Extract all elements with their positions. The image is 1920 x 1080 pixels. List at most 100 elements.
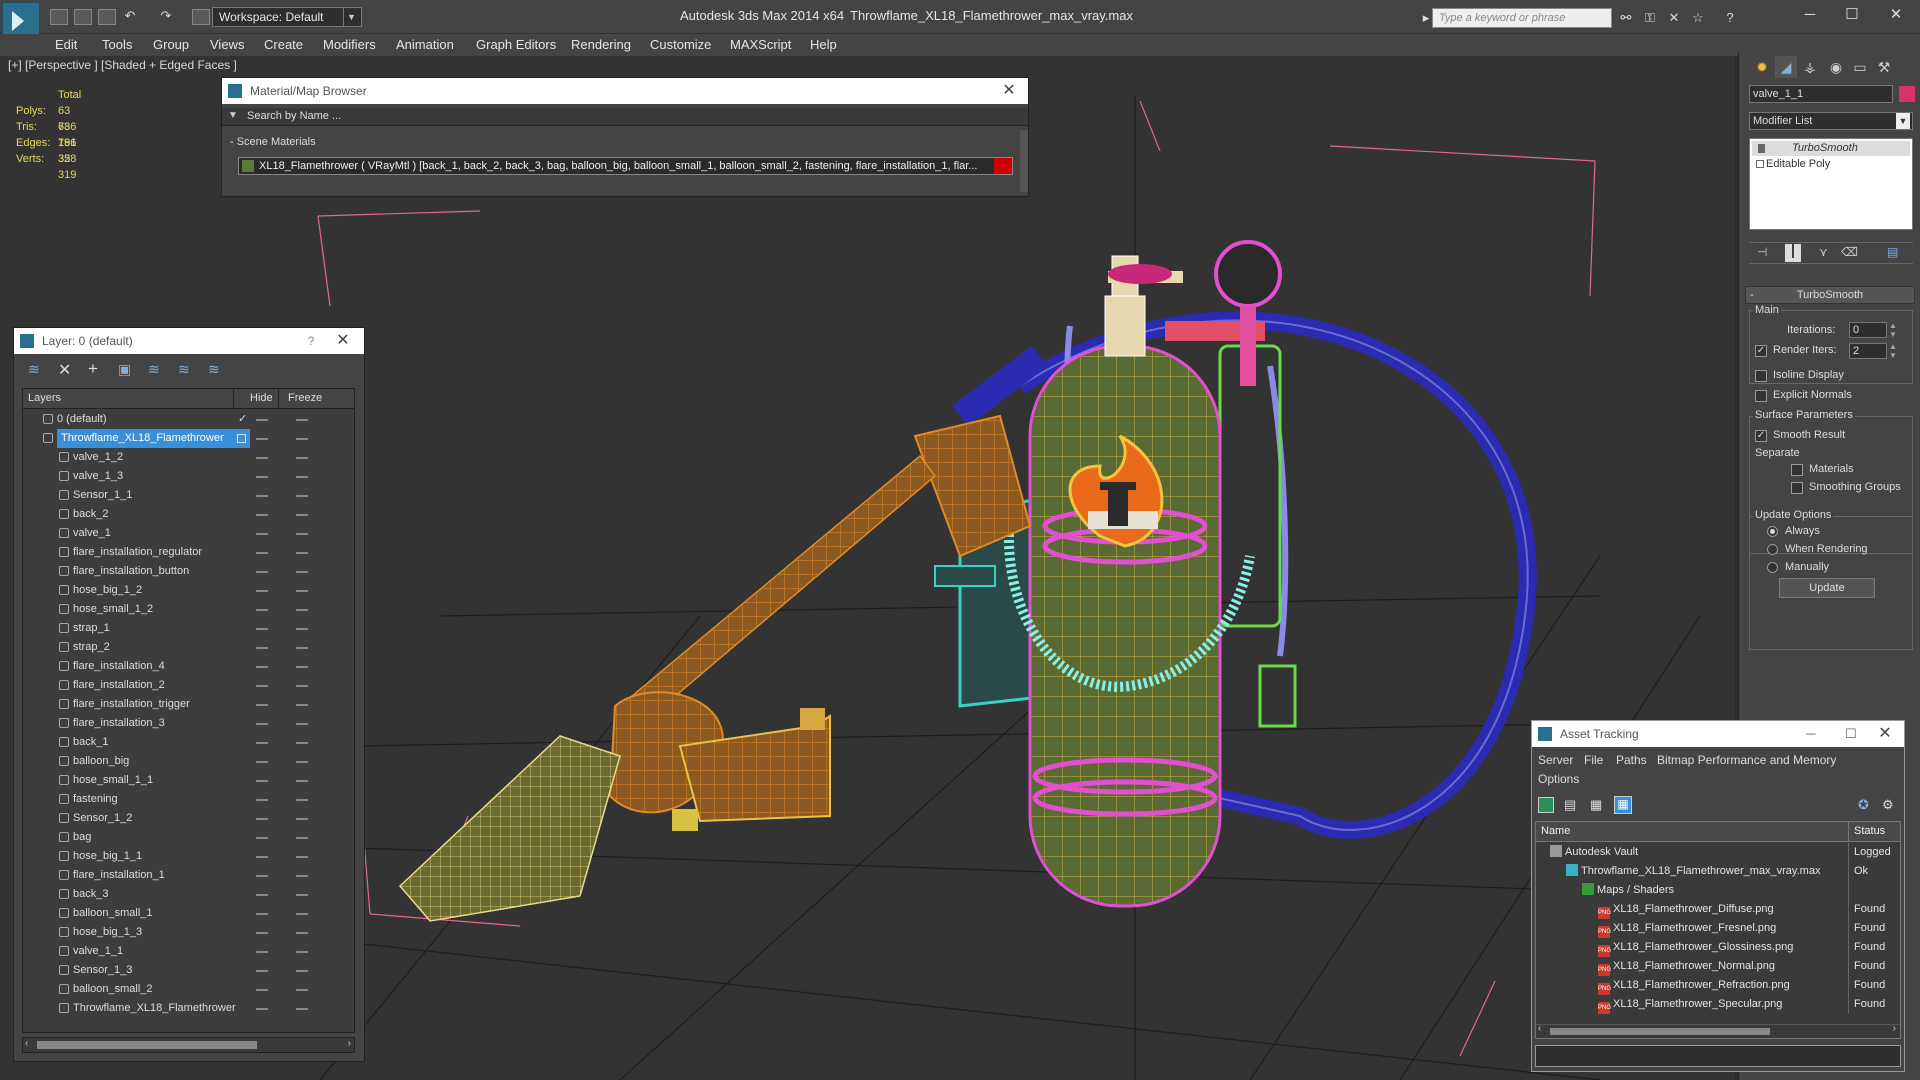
asset-hscrollbar[interactable]: ‹ › bbox=[1536, 1023, 1900, 1038]
close-icon[interactable]: ✕ bbox=[330, 328, 356, 354]
menu-graph-editors[interactable]: Graph Editors bbox=[476, 34, 556, 56]
freeze-toggle[interactable] bbox=[296, 438, 308, 440]
chevron-right-icon[interactable]: › bbox=[1893, 1023, 1896, 1034]
hide-toggle[interactable] bbox=[256, 837, 268, 839]
col-status[interactable]: Status bbox=[1854, 825, 1885, 837]
modify-tab-icon[interactable]: ◢ bbox=[1775, 56, 1797, 78]
menu-maxscript[interactable]: MAXScript bbox=[730, 34, 791, 56]
freeze-toggle[interactable] bbox=[296, 609, 308, 611]
layer-object-item[interactable]: balloon_small_1 bbox=[23, 904, 354, 923]
layer-object-item[interactable]: Sensor_1_3 bbox=[23, 961, 354, 980]
vault-settings-icon[interactable]: ⚙ bbox=[1882, 797, 1894, 813]
freeze-toggle[interactable] bbox=[296, 552, 308, 554]
display-tab-icon[interactable]: ▭ bbox=[1849, 56, 1871, 78]
render-iters-spinner[interactable]: 2 bbox=[1849, 343, 1887, 359]
freeze-toggle[interactable] bbox=[296, 970, 308, 972]
satellite-icon[interactable]: ✕ bbox=[1666, 10, 1682, 26]
hide-toggle[interactable] bbox=[256, 913, 268, 915]
freeze-all-icon[interactable]: ≋ bbox=[208, 361, 220, 378]
menu-options[interactable]: Options bbox=[1538, 772, 1579, 786]
layer-item-default[interactable]: 0 (default) ✓ bbox=[23, 410, 354, 429]
hide-toggle[interactable] bbox=[256, 1008, 268, 1010]
modifier-list-dropdown[interactable]: Modifier List ▼ bbox=[1749, 112, 1913, 130]
layer-object-item[interactable]: flare_installation_trigger bbox=[23, 695, 354, 714]
hide-toggle[interactable] bbox=[256, 647, 268, 649]
close-button[interactable]: ✕ bbox=[1872, 721, 1898, 747]
key-icon[interactable]: ⚿ bbox=[1642, 10, 1658, 26]
select-layer-icon[interactable]: ▣ bbox=[118, 361, 131, 378]
iterations-spinner[interactable]: 0 bbox=[1849, 322, 1887, 338]
freeze-toggle[interactable] bbox=[296, 723, 308, 725]
pin-stack-icon[interactable]: ⊣ bbox=[1757, 245, 1767, 259]
asset-row[interactable]: PNG XL18_Flamethrower_Refraction.png Found bbox=[1536, 976, 1899, 995]
material-search-bar[interactable]: ▼ Search by Name ... bbox=[222, 108, 1028, 126]
spinner-arrows-icon[interactable]: ▲ ▼ bbox=[1889, 321, 1897, 339]
stack-item-turbosmooth[interactable]: TurboSmooth bbox=[1752, 141, 1910, 156]
stack-item-editable-poly[interactable]: Editable Poly bbox=[1752, 157, 1910, 172]
layer-object-item[interactable]: strap_1 bbox=[23, 619, 354, 638]
hide-toggle[interactable] bbox=[256, 666, 268, 668]
layer-object-item[interactable]: valve_1_1 bbox=[23, 942, 354, 961]
menu-animation[interactable]: Animation bbox=[396, 34, 454, 56]
hide-toggle[interactable] bbox=[256, 742, 268, 744]
configure-sets-icon[interactable]: ▤ bbox=[1887, 245, 1898, 259]
menu-server[interactable]: Server bbox=[1538, 753, 1573, 767]
hide-toggle[interactable] bbox=[256, 932, 268, 934]
layer-object-item[interactable]: valve_1 bbox=[23, 524, 354, 543]
hide-toggle[interactable] bbox=[256, 571, 268, 573]
hide-toggle[interactable] bbox=[256, 609, 268, 611]
maximize-button[interactable]: ☐ bbox=[1838, 721, 1864, 747]
hide-toggle[interactable] bbox=[256, 799, 268, 801]
chevron-down-icon[interactable]: ▼ bbox=[343, 8, 359, 26]
turbosmooth-rollout-header[interactable]: - TurboSmooth bbox=[1745, 286, 1915, 304]
minimize-button[interactable]: ─ bbox=[1790, 4, 1830, 26]
freeze-toggle[interactable] bbox=[296, 875, 308, 877]
undo-icon[interactable]: ↶ bbox=[122, 8, 138, 24]
help-icon[interactable]: ? bbox=[1722, 10, 1738, 26]
asset-row[interactable]: PNG XL18_Flamethrower_Normal.png Found bbox=[1536, 957, 1899, 976]
refresh-icon[interactable] bbox=[1538, 797, 1554, 813]
star-icon[interactable]: ☆ bbox=[1690, 10, 1706, 26]
menu-paths[interactable]: Paths bbox=[1616, 753, 1647, 767]
layer-object-item[interactable]: hose_big_1_2 bbox=[23, 581, 354, 600]
list-view-icon[interactable]: ▤ bbox=[1564, 797, 1580, 813]
hide-toggle[interactable] bbox=[256, 894, 268, 896]
layer-object-item[interactable]: balloon_big bbox=[23, 752, 354, 771]
freeze-toggle[interactable] bbox=[296, 894, 308, 896]
col-layers[interactable]: Layers bbox=[28, 392, 61, 404]
hide-toggle[interactable] bbox=[256, 533, 268, 535]
asset-row[interactable]: PNG XL18_Flamethrower_Glossiness.png Found bbox=[1536, 938, 1899, 957]
col-freeze[interactable]: Freeze bbox=[288, 392, 322, 404]
update-button[interactable]: Update bbox=[1779, 578, 1875, 598]
menu-customize[interactable]: Customize bbox=[650, 34, 711, 56]
freeze-toggle[interactable] bbox=[296, 666, 308, 668]
menu-rendering[interactable]: Rendering bbox=[571, 34, 631, 56]
asset-row[interactable]: Throwflame_XL18_Flamethrower_max_vray.ma… bbox=[1536, 862, 1899, 881]
balloon-big[interactable] bbox=[1028, 344, 1222, 908]
collapse-icon[interactable]: - bbox=[1750, 287, 1754, 303]
highlight-layer-icon[interactable]: ≋ bbox=[148, 361, 160, 378]
freeze-toggle[interactable] bbox=[296, 647, 308, 649]
layer-object-item[interactable]: valve_1_2 bbox=[23, 448, 354, 467]
layer-object-item[interactable]: flare_installation_4 bbox=[23, 657, 354, 676]
menu-group[interactable]: Group bbox=[153, 34, 189, 56]
utilities-tab-icon[interactable]: ⚒ bbox=[1873, 56, 1895, 78]
material-browser-title[interactable]: Material/Map Browser bbox=[222, 78, 1028, 104]
menu-views[interactable]: Views bbox=[210, 34, 244, 56]
freeze-toggle[interactable] bbox=[296, 761, 308, 763]
layer-object-item[interactable]: flare_installation_button bbox=[23, 562, 354, 581]
freeze-toggle[interactable] bbox=[296, 932, 308, 934]
menu-edit[interactable]: Edit bbox=[55, 34, 77, 56]
hide-toggle[interactable] bbox=[256, 419, 268, 421]
hide-toggle[interactable] bbox=[256, 723, 268, 725]
col-name[interactable]: Name bbox=[1541, 825, 1570, 837]
hide-toggle[interactable] bbox=[256, 495, 268, 497]
scene-materials-header[interactable]: - Scene Materials bbox=[230, 136, 316, 148]
chevron-right-icon[interactable]: › bbox=[348, 1038, 351, 1049]
manually-radio[interactable] bbox=[1767, 562, 1778, 573]
hide-toggle[interactable] bbox=[256, 552, 268, 554]
hide-toggle[interactable] bbox=[256, 514, 268, 516]
close-button[interactable]: ✕ bbox=[1876, 4, 1916, 26]
freeze-toggle[interactable] bbox=[296, 419, 308, 421]
redo-icon[interactable]: ↷ bbox=[158, 8, 174, 24]
